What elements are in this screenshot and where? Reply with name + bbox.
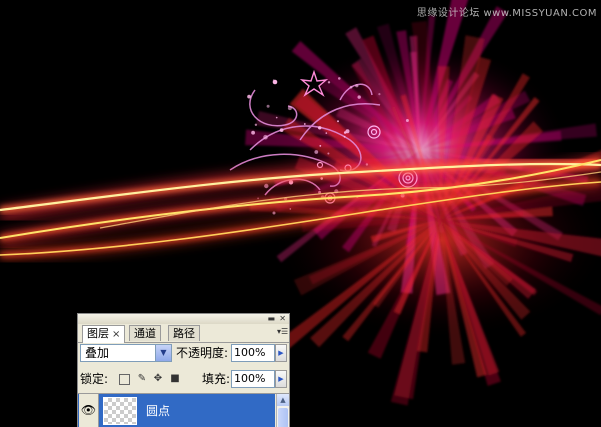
scroll-thumb[interactable] (278, 408, 288, 427)
sparkle-dot (275, 116, 278, 119)
layers-panel: ▬ ✕ 图层 × 通道 路径 ▾☰ 叠加 ▼ 不透明度: 100% ▶ 锁定: … (77, 313, 290, 427)
sparkle-dot (349, 85, 353, 89)
sparkle-dot (338, 77, 341, 80)
sparkle-dot (405, 119, 409, 122)
panel-menu-icon[interactable]: ▾☰ (277, 327, 288, 337)
fill-input[interactable]: 100% (231, 370, 275, 388)
sparkle-dot (325, 132, 328, 134)
panel-tabs: 图层 × 通道 路径 ▾☰ (78, 324, 289, 343)
sparkle-dot (318, 126, 322, 130)
eye-icon[interactable]: 👁 (79, 394, 99, 427)
blend-mode-select[interactable]: 叠加 ▼ (80, 344, 172, 362)
sparkle-dot (251, 130, 256, 135)
watermark-text: 思缘设计论坛 www.MISSYUAN.COM (416, 8, 597, 19)
tab-channels-label: 通道 (134, 327, 156, 340)
tab-paths-label: 路径 (173, 327, 195, 340)
sparkle-dot (279, 128, 284, 133)
opacity-input[interactable]: 100% (231, 344, 275, 362)
tab-layers-label: 图层 (87, 327, 109, 340)
sparkle-dot (319, 145, 322, 147)
layer-row[interactable]: 👁 圆点 (78, 394, 275, 427)
sparkle-dot (327, 81, 331, 84)
lock-position-icon[interactable]: ✥ (152, 373, 164, 385)
opacity-slider-arrow-icon[interactable]: ▶ (275, 344, 287, 362)
sparkle-dot (287, 106, 292, 111)
chevron-down-icon[interactable]: ▼ (155, 345, 171, 361)
lock-label: 锁定: (80, 372, 109, 386)
sparkle-dot (266, 104, 270, 108)
fill-label: 填充: (202, 372, 231, 386)
sparkle-dot (264, 183, 269, 189)
sparkle-dot (355, 84, 359, 88)
sparkle-dot (272, 79, 275, 82)
collapse-icon[interactable]: ▬ (267, 314, 275, 323)
layer-name[interactable]: 圆点 (146, 402, 170, 420)
sparkle-dot (314, 150, 319, 154)
lock-fill-row: 锁定: ✎ ✥ ■ 填充: 100% ▶ (80, 370, 287, 390)
tab-channels[interactable]: 通道 (129, 325, 161, 341)
blend-mode-value: 叠加 (85, 346, 110, 360)
sparkle-dot (303, 123, 306, 125)
layer-thumbnail[interactable] (103, 397, 137, 425)
sparkle-dot (327, 152, 330, 155)
sparkle-dot (247, 94, 252, 99)
layers-scrollbar[interactable]: ▲ (276, 394, 289, 427)
lock-transparent-pixels-icon[interactable] (119, 374, 130, 385)
sparkle-dot (345, 129, 350, 134)
scroll-up-icon[interactable]: ▲ (277, 394, 289, 406)
lock-image-pixels-icon[interactable]: ✎ (136, 373, 148, 385)
sparkle-dot (263, 134, 268, 140)
panel-titlebar[interactable]: ▬ ✕ (78, 314, 289, 324)
sparkle-dot (378, 93, 381, 96)
sparkle-dot (254, 123, 258, 127)
tab-paths[interactable]: 路径 (168, 325, 200, 341)
sparkle-dot (343, 135, 346, 138)
tab-layers[interactable]: 图层 × (82, 325, 126, 343)
opacity-label: 不透明度: (176, 346, 229, 360)
close-panel-icon[interactable]: ✕ (279, 314, 286, 323)
sparkle-dot (337, 120, 339, 123)
blend-opacity-row: 叠加 ▼ 不透明度: 100% ▶ (80, 344, 287, 364)
sparkle-dot (289, 208, 292, 210)
canvas-artwork-window: 思缘设计论坛 www.MISSYUAN.COM ▬ ✕ 图层 × 通道 路径 ▾☰… (0, 0, 601, 427)
sparkle-dot (357, 95, 361, 99)
sparkle-dot (272, 211, 276, 215)
fill-slider-arrow-icon[interactable]: ▶ (275, 370, 287, 388)
lock-all-icon[interactable]: ■ (169, 373, 181, 385)
close-tab-icon[interactable]: × (112, 329, 120, 340)
